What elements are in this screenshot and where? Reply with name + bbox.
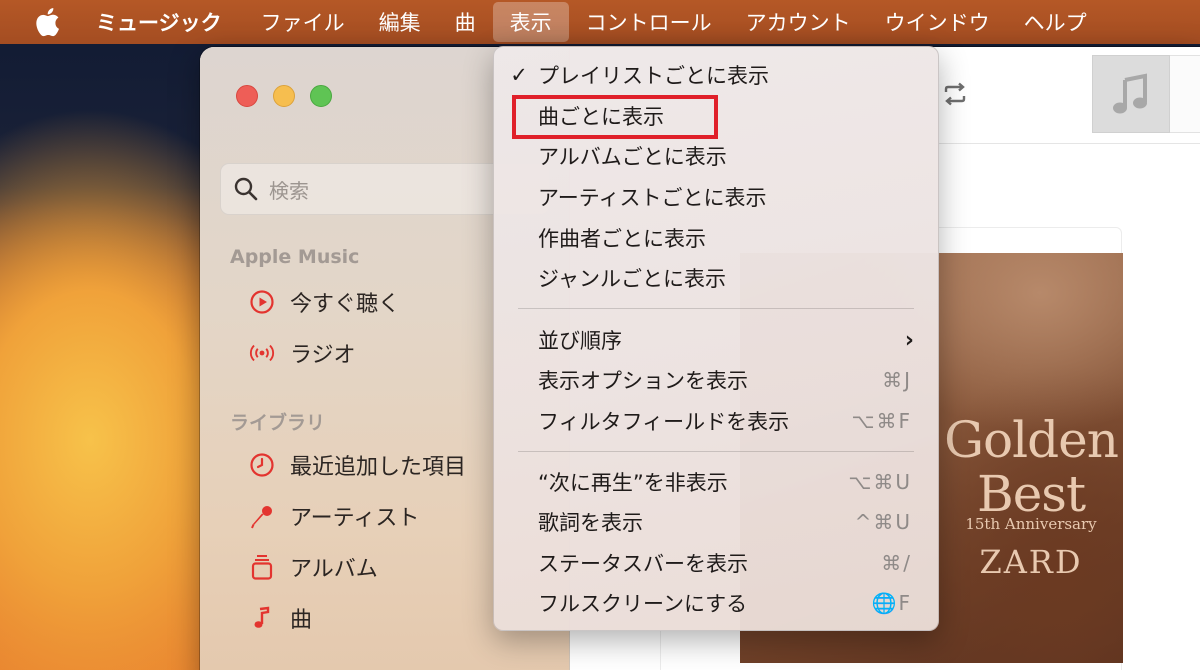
menu-item-label: アルバムごとに表示 [538,145,727,169]
sidebar-item-label: 曲 [290,608,313,633]
menu-item-label: 歌詞を表示 [538,511,643,535]
section-title-library: ライブラリ [230,412,326,434]
menu-edit[interactable]: 編集 [362,0,438,44]
menu-help[interactable]: ヘルプ [1007,0,1104,44]
menu-item-view-by-composer[interactable]: 作曲者ごとに表示 [494,218,938,258]
checkmark-icon: ✓ [510,63,528,87]
menu-view[interactable]: 表示 [492,2,569,42]
menu-item-enter-full-screen[interactable]: フルスクリーンにする 🌐F [494,583,938,623]
menu-controls[interactable]: コントロール [569,0,729,44]
menu-item-sort-order[interactable]: 並び順序 › [494,320,938,360]
play-circle-icon [248,288,276,316]
sidebar-item-albums[interactable]: アルバム [248,549,378,585]
sidebar-item-artists[interactable]: アーティスト [248,498,419,534]
menu-item-hide-playing-next[interactable]: “次に再生”を非表示 ⌥⌘U [494,462,938,502]
menu-item-label: フルスクリーンにする [538,592,748,616]
zoom-window-button[interactable] [310,85,332,107]
search-icon [233,176,259,202]
menu-bar: ミュージック ファイル 編集 曲 表示 コントロール アカウント ウインドウ ヘ… [0,0,1200,44]
sidebar-item-listen-now[interactable]: 今すぐ聴く [248,284,400,320]
now-playing-artwork[interactable] [1092,55,1170,133]
menu-item-show-filter-field[interactable]: フィルタフィールドを表示 ⌥⌘F [494,401,938,441]
album-stack-icon [248,553,276,581]
menu-item-view-by-album[interactable]: アルバムごとに表示 [494,136,938,176]
album-artist: ZARD [979,543,1083,581]
menu-window[interactable]: ウインドウ [868,0,1007,44]
album-subtitle: 15th Anniversary [965,515,1097,533]
menu-song[interactable]: 曲 [438,0,493,44]
view-menu-dropdown: ✓ プレイリストごとに表示 曲ごとに表示 アルバムごとに表示 アーティストごとに… [493,46,939,631]
menu-item-show-lyrics[interactable]: 歌詞を表示 ^⌘U [494,502,938,542]
minimize-window-button[interactable] [273,85,295,107]
menu-file[interactable]: ファイル [244,0,362,44]
menu-item-shortcut: 🌐F [871,591,912,615]
clock-icon [248,451,276,479]
close-window-button[interactable] [236,85,258,107]
menu-separator [518,451,914,452]
album-title-line2: Best [976,465,1086,523]
menu-item-label: プレイリストごとに表示 [538,64,769,88]
menu-item-show-view-options[interactable]: 表示オプションを表示 ⌘J [494,360,938,400]
sidebar-item-label: アーティスト [290,506,420,531]
menu-account[interactable]: アカウント [729,0,868,44]
menu-item-label: 並び順序 [538,329,622,353]
section-title-apple-music: Apple Music [230,246,360,268]
menu-separator [518,308,914,309]
annotation-highlight-box [512,95,718,139]
menu-item-shortcut: ⌘J [882,368,912,392]
sidebar-item-label: 今すぐ聴く [290,292,401,317]
apple-menu-icon[interactable] [22,0,72,44]
menu-item-view-by-artist[interactable]: アーティストごとに表示 [494,177,938,217]
sidebar-item-label: 最近追加した項目 [290,455,467,480]
sidebar-item-recently-added[interactable]: 最近追加した項目 [248,447,466,483]
menu-item-shortcut: ^⌘U [854,510,912,534]
microphone-icon [248,502,276,530]
music-note-icon [1113,73,1147,114]
menu-item-label: 作曲者ごとに表示 [538,227,706,251]
menu-item-shortcut: ⌥⌘F [851,409,912,433]
chevron-right-icon: › [904,327,914,353]
window-controls [236,85,332,107]
sidebar-item-radio[interactable]: ラジオ [248,335,356,371]
menu-item-label: アーティストごとに表示 [538,186,767,210]
menu-item-show-status-bar[interactable]: ステータスバーを表示 ⌘/ [494,543,938,583]
menu-item-view-by-genre[interactable]: ジャンルごとに表示 [494,258,938,298]
album-title-line1: Golden [944,411,1119,469]
sidebar-item-label: ラジオ [290,343,356,368]
search-placeholder: 検索 [269,178,309,203]
menu-item-shortcut: ⌥⌘U [848,470,912,494]
menu-item-label: ステータスバーを表示 [538,552,748,576]
repeat-icon[interactable] [940,79,974,109]
now-playing-info [1170,55,1200,133]
menu-item-label: ジャンルごとに表示 [538,267,726,291]
music-note-icon [248,604,276,632]
menu-item-shortcut: ⌘/ [881,551,912,575]
sidebar-item-songs[interactable]: 曲 [248,600,312,636]
radio-broadcast-icon [248,339,276,367]
menu-item-label: 表示オプションを表示 [538,369,748,393]
menu-item-label: フィルタフィールドを表示 [538,410,790,434]
menu-app-name[interactable]: ミュージック [96,0,244,44]
menu-item-label: “次に再生”を非表示 [538,471,728,495]
sidebar-item-label: アルバム [290,557,378,582]
menu-item-view-by-playlist[interactable]: ✓ プレイリストごとに表示 [494,55,938,95]
